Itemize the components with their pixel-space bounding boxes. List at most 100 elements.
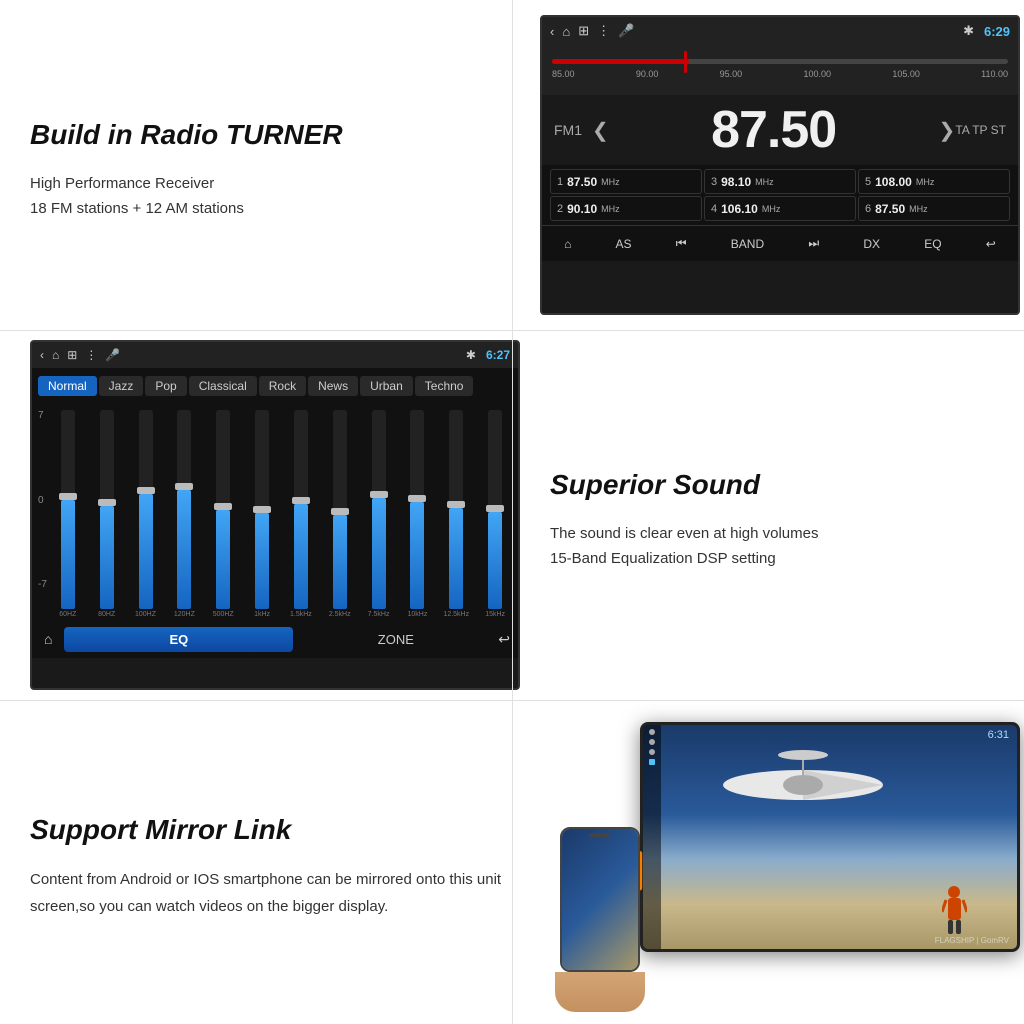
eq-bottom-bar: ⌂ EQ ZONE ↩ [32,620,518,658]
eq-mode-classical[interactable]: Classical [189,376,257,396]
eq-band-10khz-label: 10kHz [408,611,428,618]
preset-3[interactable]: 3 98.10 MHz [704,169,856,194]
radio-back-btn[interactable]: ↩ [978,233,1004,255]
eq-mode-normal[interactable]: Normal [38,376,97,396]
eq-apps-nav-icon[interactable]: ⊞ [67,348,77,362]
eq-home-button[interactable]: ⌂ [40,627,56,651]
preset-2[interactable]: 2 90.10 MHz [550,196,702,221]
tuner-mark-4: 100.00 [803,69,831,79]
eq-level-0: 0 [38,495,47,506]
eq-mode-rock[interactable]: Rock [259,376,306,396]
radio-next-button[interactable]: ❯ [939,118,956,143]
back-icon[interactable]: ‹ [550,24,554,39]
eq-mode-urban[interactable]: Urban [360,376,413,396]
radio-prev-button[interactable]: ❮ [592,118,609,143]
sidebar-dot-2 [649,739,655,745]
car-screen-time: 6:31 [988,729,1009,741]
eq-band-15khz[interactable]: 15kHz [478,410,512,618]
eq-more-nav-icon[interactable]: ⋮ [85,348,97,362]
more-icon[interactable]: ⋮ [597,23,610,39]
apps-icon[interactable]: ⊞ [578,23,589,39]
eq-level-neg7: -7 [38,579,47,590]
phone-screen [562,829,638,970]
eq-back-nav-icon[interactable]: ‹ [40,348,44,362]
eq-band-500hz[interactable]: 500HZ [206,410,240,618]
eq-band-7-5khz-label: 7.5kHz [368,611,390,618]
preset-1-freq: 87.50 [567,175,597,189]
preset-4[interactable]: 4 106.10 MHz [704,196,856,221]
radio-tuner-bar[interactable]: 85.00 90.00 95.00 100.00 105.00 110.00 [542,45,1018,95]
page-wrapper: Build in Radio TURNER High Performance R… [0,0,1024,1024]
radio-dx-btn[interactable]: DX [855,233,888,255]
radio-fm-label: FM1 [554,122,582,138]
preset-5-unit: MHz [916,177,935,187]
preset-3-freq: 98.10 [721,175,751,189]
eq-band-2-5khz[interactable]: 2.5kHz [323,410,357,618]
sound-title: Superior Sound [550,469,1020,501]
eq-band-60hz[interactable]: 60HZ [51,410,85,618]
eq-band-80hz-label: 80HZ [98,611,115,618]
radio-feature-2: 18 FM stations + 12 AM stations [30,200,244,217]
tuner-mark-2: 90.00 [636,69,659,79]
eq-band-12-5khz[interactable]: 12.5kHz [439,410,473,618]
bluetooth-icon: ✱ [963,23,974,39]
radio-band-btn[interactable]: BAND [723,233,772,255]
eq-mode-pop[interactable]: Pop [145,376,186,396]
radio-prev-track-btn[interactable]: ⏮ [668,232,695,255]
sidebar-dot-4 [649,759,655,765]
eq-band-120hz[interactable]: 120HZ [167,410,201,618]
radio-title: Build in Radio TURNER [30,119,510,151]
preset-5[interactable]: 5 108.00 MHz [858,169,1010,194]
eq-band-100hz[interactable]: 100HZ [129,410,163,618]
preset-6[interactable]: 6 87.50 MHz [858,196,1010,221]
tuner-mark-5: 105.00 [892,69,920,79]
radio-screen-section: ‹ ⌂ ⊞ ⋮ 🎤 ✱ 6:29 [530,0,1024,330]
radio-top-bar: ‹ ⌂ ⊞ ⋮ 🎤 ✱ 6:29 [542,17,1018,45]
preset-1-num: 1 [557,176,563,188]
sound-features: The sound is clear even at high volumes … [550,521,1020,572]
radio-ta-tp-st: TA TP ST [955,123,1006,137]
eq-home-nav-icon[interactable]: ⌂ [52,348,59,362]
eq-band-10khz[interactable]: 10kHz [401,410,435,618]
car-screen: 6:31 [640,722,1020,952]
sound-text-section: Superior Sound The sound is clear even a… [530,330,1024,700]
radio-home-btn[interactable]: ⌂ [556,233,579,255]
radio-time: 6:29 [984,24,1010,39]
eq-band-80hz[interactable]: 80HZ [90,410,124,618]
sound-feature-1: The sound is clear even at high volumes [550,525,818,542]
eq-eq-button[interactable]: EQ [64,627,293,652]
eq-band-1khz[interactable]: 1kHz [245,410,279,618]
preset-1[interactable]: 1 87.50 MHz [550,169,702,194]
radio-as-btn[interactable]: AS [608,233,640,255]
eq-band-7-5khz[interactable]: 7.5kHz [362,410,396,618]
eq-top-bar: ‹ ⌂ ⊞ ⋮ 🎤 ✱ 6:27 [32,342,518,368]
mirror-description: Content from Android or IOS smartphone c… [30,866,510,920]
eq-band-100hz-label: 100HZ [135,611,156,618]
preset-1-unit: MHz [601,177,620,187]
eq-bands-container: 60HZ 80HZ [51,410,512,618]
eq-mode-news[interactable]: News [308,376,358,396]
eq-band-1khz-label: 1kHz [254,611,270,618]
radio-nav-icons: ‹ ⌂ ⊞ ⋮ 🎤 [550,23,953,39]
radio-feature-1: High Performance Receiver [30,175,214,192]
vertical-divider-1 [512,0,513,1024]
eq-back-button[interactable]: ↩ [498,631,510,648]
eq-mode-jazz[interactable]: Jazz [99,376,144,396]
tuner-mark-6: 110.00 [981,69,1008,79]
mirror-container: 6:31 [540,712,1020,1012]
mic-icon[interactable]: 🎤 [618,23,634,39]
eq-mode-techno[interactable]: Techno [415,376,474,396]
eq-mic-nav-icon[interactable]: 🎤 [105,348,120,362]
phone-speaker [590,833,610,837]
person-figure [942,884,967,939]
eq-band-1-5khz[interactable]: 1.5kHz [284,410,318,618]
preset-5-num: 5 [865,176,871,188]
eq-zone-button[interactable]: ZONE [301,632,490,647]
radio-next-track-btn[interactable]: ⏭ [800,232,827,255]
preset-3-num: 3 [711,176,717,188]
radio-eq-btn[interactable]: EQ [916,233,949,255]
home-icon[interactable]: ⌂ [562,24,570,39]
tuner-mark-1: 85.00 [552,69,575,79]
preset-2-unit: MHz [601,204,620,214]
mirror-screen-section: 6:31 [530,700,1024,1024]
